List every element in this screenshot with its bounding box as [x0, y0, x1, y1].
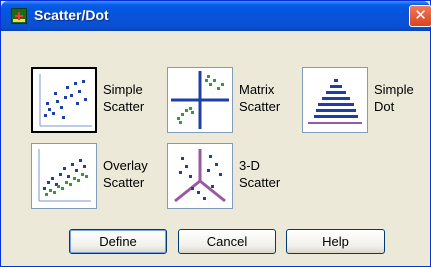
window-title: Scatter/Dot: [34, 7, 109, 23]
simple-scatter-label: Simple Scatter: [103, 82, 145, 114]
simple-dot-option[interactable]: [302, 67, 368, 133]
simple-scatter-icon: [39, 74, 92, 127]
chart-app-icon: [11, 8, 27, 24]
matrix-scatter-label: Matrix Scatter: [239, 82, 281, 114]
help-button[interactable]: Help: [286, 229, 385, 254]
3d-scatter-option[interactable]: [167, 143, 233, 209]
3d-scatter-icon: [174, 149, 226, 203]
overlay-scatter-option[interactable]: [31, 143, 97, 209]
overlay-scatter-label: Overlay Scatter: [103, 158, 148, 190]
simple-dot-label: Simple Dot: [374, 82, 414, 114]
matrix-scatter-option[interactable]: [167, 67, 233, 133]
title-bar[interactable]: Scatter/Dot ✕: [1, 1, 431, 31]
define-button[interactable]: Define: [69, 229, 167, 254]
simple-dot-icon: [308, 79, 362, 124]
cancel-button[interactable]: Cancel: [178, 229, 276, 254]
matrix-scatter-icon: [171, 71, 229, 129]
scatter-dot-dialog: Scatter/Dot ✕ Simple Scatter Matrix Scat…: [0, 0, 431, 267]
overlay-scatter-icon: [38, 149, 91, 202]
simple-scatter-option[interactable]: [31, 67, 97, 133]
close-button[interactable]: ✕: [409, 5, 431, 27]
3d-scatter-label: 3-D Scatter: [239, 158, 281, 190]
